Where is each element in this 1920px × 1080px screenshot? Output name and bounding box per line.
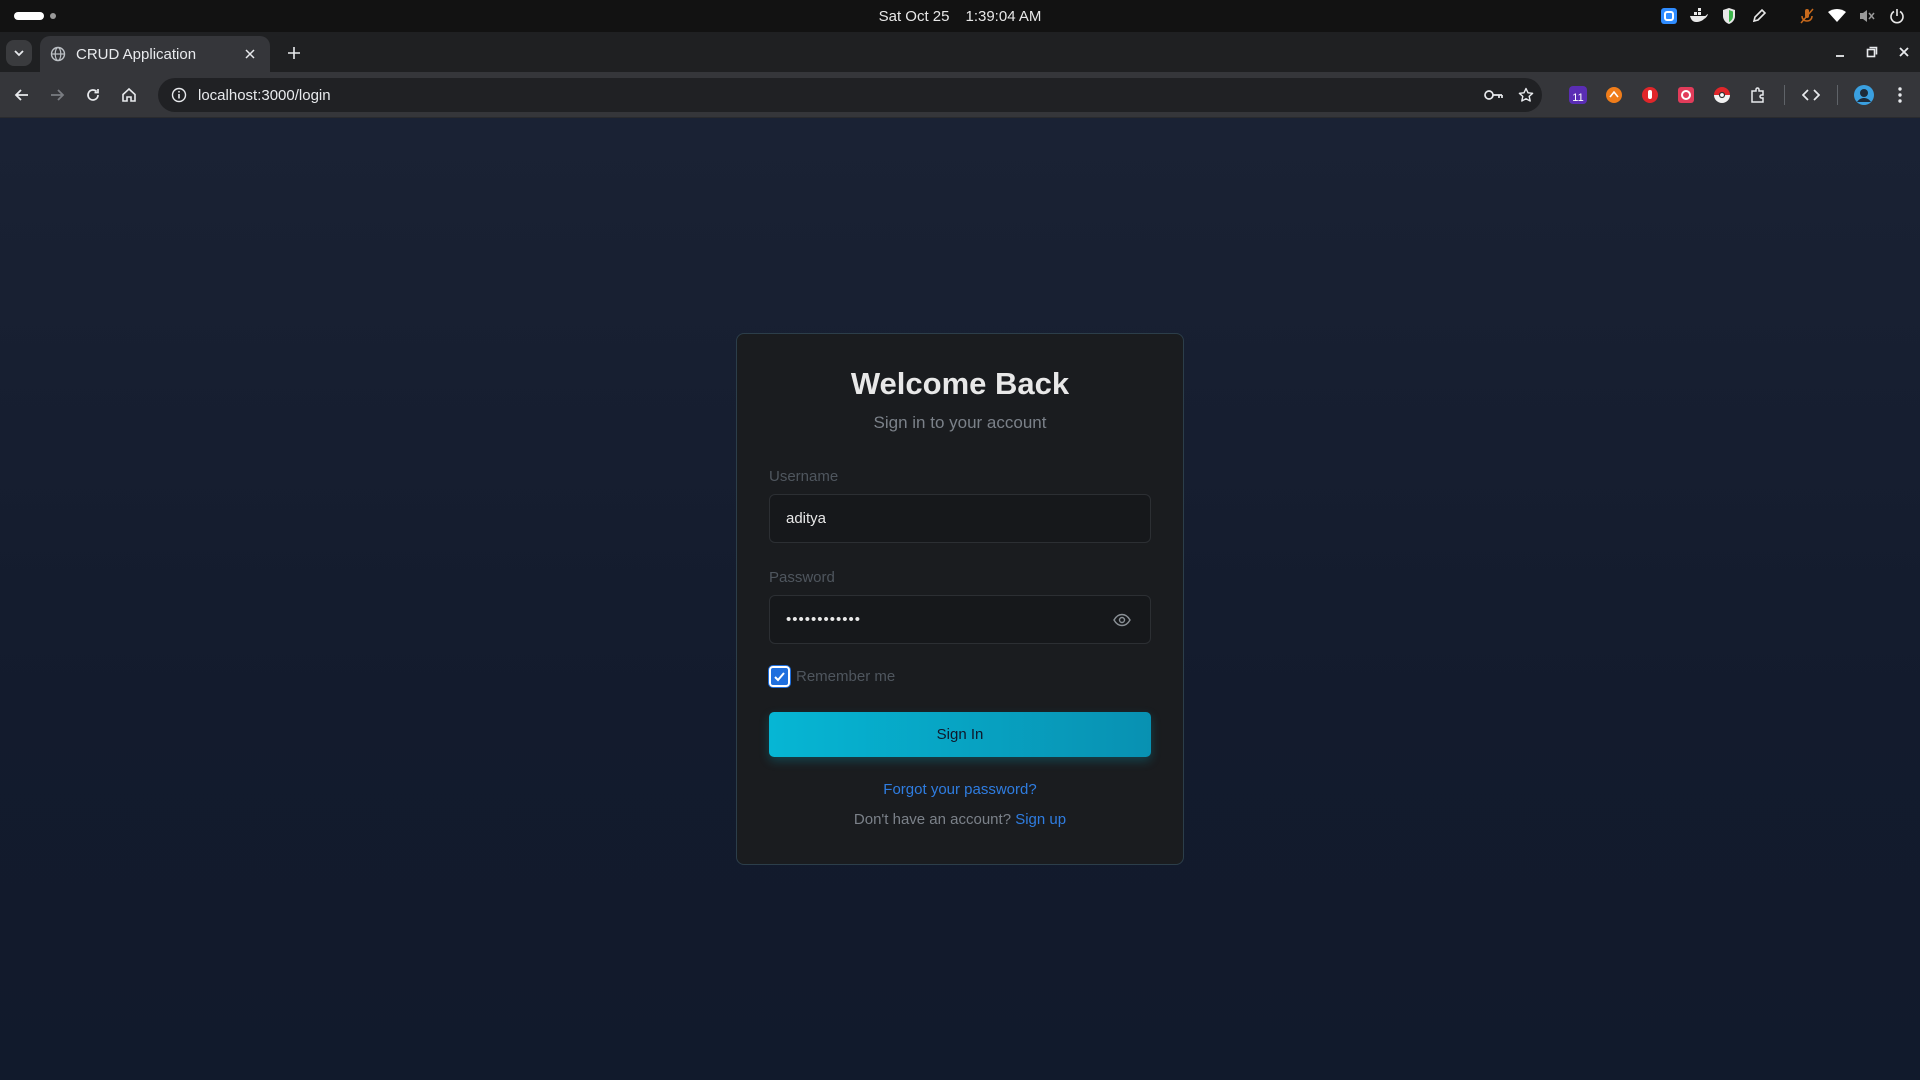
- address-bar[interactable]: localhost:3000/login: [158, 78, 1542, 112]
- reload-icon: [87, 89, 99, 101]
- toolbar-separator: [1784, 85, 1785, 105]
- volume-muted-icon[interactable]: [1852, 0, 1882, 32]
- home-icon: [122, 87, 136, 102]
- window-close-button[interactable]: [1888, 32, 1920, 72]
- username-label: Username: [769, 468, 839, 485]
- clock-time: 1:39:04 AM: [965, 7, 1042, 25]
- browser-menu-button[interactable]: [1882, 80, 1918, 110]
- address-url: localhost:3000/login: [198, 86, 331, 104]
- tab-close-button[interactable]: [240, 44, 260, 64]
- workspace-dot: [50, 13, 56, 19]
- extension-red-button[interactable]: [1632, 80, 1668, 110]
- workspace-active-pill: [14, 12, 44, 20]
- clock-date: Sat Oct 25: [878, 7, 950, 25]
- arrow-right-icon: [51, 89, 65, 101]
- puzzle-icon: [1751, 87, 1764, 103]
- bookmark-button[interactable]: [1510, 78, 1542, 112]
- orange-extension-icon: [1606, 87, 1622, 103]
- username-field[interactable]: [769, 494, 1151, 543]
- code-icon: [1802, 89, 1820, 101]
- shield-icon[interactable]: [1714, 0, 1744, 32]
- star-icon: [1518, 87, 1534, 102]
- forgot-password-link-text[interactable]: Forgot your password?: [883, 781, 1036, 798]
- restore-button[interactable]: [1856, 32, 1888, 72]
- forgot-password-link: Forgot your password?: [737, 781, 1183, 798]
- info-icon: [171, 87, 187, 103]
- app-indicator-icon[interactable]: [1654, 0, 1684, 32]
- pokeball-icon: [1714, 87, 1730, 103]
- tab-strip: CRUD Application: [0, 32, 1920, 72]
- chevron-down-icon: [14, 50, 24, 57]
- extensions-row: 11: [1560, 80, 1918, 110]
- browser-tab[interactable]: CRUD Application: [40, 36, 270, 72]
- extension-pokeball-button[interactable]: [1704, 80, 1740, 110]
- sign-in-button[interactable]: Sign In: [769, 712, 1151, 757]
- toggle-password-visibility-button[interactable]: [1110, 608, 1134, 632]
- checkmark-icon: [774, 672, 785, 682]
- extensions-menu-button[interactable]: [1740, 80, 1776, 110]
- profile-button[interactable]: [1846, 80, 1882, 110]
- key-icon: [1484, 90, 1503, 100]
- devtools-button[interactable]: [1793, 80, 1829, 110]
- extension-badge-button[interactable]: 11: [1560, 80, 1596, 110]
- password-input[interactable]: ••••••••••••: [786, 611, 1110, 628]
- mic-muted-icon[interactable]: [1792, 0, 1822, 32]
- sign-up-link[interactable]: Sign up: [1015, 811, 1066, 828]
- browser-toolbar: localhost:3000/login 11: [0, 72, 1920, 118]
- close-icon: [1899, 47, 1909, 57]
- minimize-icon: [1836, 55, 1844, 57]
- minimize-button[interactable]: [1824, 32, 1856, 72]
- pen-icon[interactable]: [1744, 0, 1774, 32]
- kebab-menu-icon: [1898, 87, 1902, 103]
- tab-search-button[interactable]: [6, 40, 32, 66]
- login-subtitle: Sign in to your account: [873, 413, 1047, 432]
- globe-icon: [50, 46, 66, 62]
- plus-icon: [288, 47, 300, 59]
- reload-button[interactable]: [79, 81, 107, 109]
- password-label: Password: [769, 569, 835, 586]
- remember-me-checkbox[interactable]: [769, 666, 790, 687]
- login-title: Welcome Back: [850, 366, 1070, 401]
- extension-badge-count: 11: [1572, 92, 1583, 104]
- password-manager-button[interactable]: [1478, 78, 1510, 112]
- activities-indicator[interactable]: [14, 12, 56, 20]
- signup-prompt: Don't have an account? Sign up: [737, 811, 1183, 828]
- close-icon: [245, 49, 255, 59]
- clock[interactable]: Sat Oct 25 1:39:04 AM: [0, 0, 1920, 32]
- toolbar-separator: [1837, 85, 1838, 105]
- remember-me-row: Remember me: [769, 666, 895, 687]
- no-account-text: Don't have an account?: [853, 811, 1012, 828]
- avatar-icon: [1854, 85, 1874, 105]
- forward-button[interactable]: [43, 81, 71, 109]
- system-top-bar: Sat Oct 25 1:39:04 AM: [0, 0, 1920, 32]
- remember-me-label[interactable]: Remember me: [796, 668, 895, 685]
- site-info-button[interactable]: [162, 78, 196, 112]
- tab-title: CRUD Application: [76, 45, 197, 63]
- password-field[interactable]: ••••••••••••: [769, 595, 1151, 644]
- back-button[interactable]: [8, 81, 36, 109]
- wifi-icon[interactable]: [1822, 0, 1852, 32]
- home-button[interactable]: [115, 81, 143, 109]
- extension-orange-button[interactable]: [1596, 80, 1632, 110]
- extension-pink-button[interactable]: [1668, 80, 1704, 110]
- pink-extension-icon: [1678, 87, 1694, 103]
- eye-icon: [1113, 613, 1131, 626]
- login-card: Welcome Back Sign in to your account Use…: [736, 333, 1184, 865]
- new-tab-button[interactable]: [281, 40, 307, 66]
- restore-icon: [1866, 46, 1878, 58]
- arrow-left-icon: [14, 89, 28, 101]
- power-icon[interactable]: [1882, 0, 1912, 32]
- docker-icon[interactable]: [1684, 0, 1714, 32]
- hand-extension-icon: [1642, 87, 1658, 103]
- username-input[interactable]: [786, 510, 1134, 527]
- system-tray: [1654, 0, 1912, 32]
- window-controls: [1824, 32, 1920, 72]
- page-content: Welcome Back Sign in to your account Use…: [0, 118, 1920, 1080]
